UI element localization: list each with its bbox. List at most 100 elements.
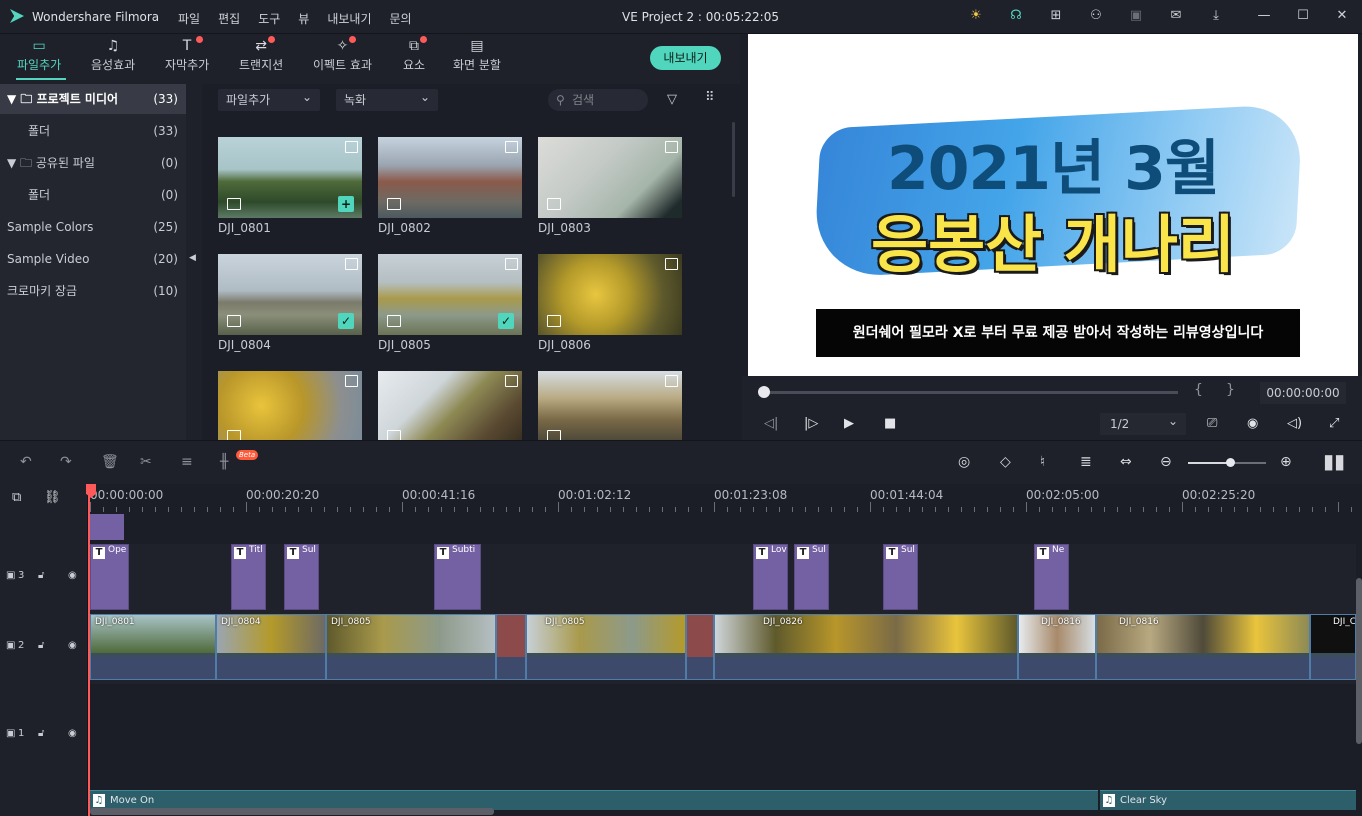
video-clip[interactable]: DJI_C xyxy=(1310,614,1356,680)
render-preview-icon[interactable]: ⎚ xyxy=(1207,416,1217,431)
minimize-icon[interactable]: — xyxy=(1255,8,1273,23)
grid-view-icon[interactable]: ⠿ xyxy=(705,90,715,105)
video-clip[interactable]: DJI_0805 xyxy=(326,614,496,680)
play-frame-icon[interactable]: |▷ xyxy=(804,416,818,431)
menu-view[interactable]: 뷰 xyxy=(298,10,309,27)
mark-out-button[interactable]: } xyxy=(1226,382,1235,398)
menu-tools[interactable]: 도구 xyxy=(258,10,280,27)
save-icon[interactable]: ▣ xyxy=(1127,8,1145,23)
play-icon[interactable]: ▶ xyxy=(844,416,854,431)
tab-splitscreen[interactable]: ▤ 화면 분할 xyxy=(453,36,501,73)
media-thumbnail[interactable] xyxy=(378,137,522,218)
title-clip[interactable]: T Sul xyxy=(794,544,829,610)
maximize-icon[interactable]: ☐ xyxy=(1294,8,1312,23)
video-clip[interactable]: DJI_0816 xyxy=(1096,614,1310,680)
redo-icon[interactable]: ↷ xyxy=(60,454,72,470)
prev-frame-icon[interactable]: ◁| xyxy=(764,416,778,431)
pause-icon[interactable]: ▮▮ xyxy=(1323,449,1345,473)
tab-elements[interactable]: ⧉ 요소 xyxy=(403,36,428,73)
title-clip[interactable]: T Ope xyxy=(90,544,129,610)
video-clip[interactable]: DJI_0816 xyxy=(1018,614,1096,680)
search-input[interactable]: ⚲ 검색 xyxy=(548,89,648,111)
audio-clip[interactable]: Clear Sky xyxy=(1100,790,1356,810)
menu-edit[interactable]: 편집 xyxy=(218,10,240,27)
marker-icon[interactable]: ◇ xyxy=(1000,454,1011,470)
fullscreen-icon[interactable]: ⤢ xyxy=(1329,416,1339,431)
sidebar-item-chroma-key[interactable]: 크로마키 장금 (10) xyxy=(0,276,186,306)
menu-help[interactable]: 문의 xyxy=(390,10,412,27)
volume-icon[interactable]: ◁) xyxy=(1287,416,1302,431)
tab-audio[interactable]: ♫ 음성효과 xyxy=(91,36,135,73)
render-icon[interactable]: ◎ xyxy=(958,454,970,470)
sidebar-collapse-handle[interactable]: ◀ xyxy=(186,84,202,440)
mark-in-button[interactable]: { xyxy=(1194,382,1203,398)
export-button[interactable]: 내보내기 xyxy=(650,46,721,70)
undo-icon[interactable]: ↶ xyxy=(20,454,32,470)
account-icon[interactable]: ⚇ xyxy=(1087,8,1105,23)
tab-titles[interactable]: T 자막추가 xyxy=(165,36,209,73)
menu-file[interactable]: 파일 xyxy=(178,10,200,27)
record-dropdown[interactable]: 녹화 xyxy=(336,86,438,111)
video-clip[interactable]: DJI_0801 xyxy=(90,614,216,680)
headset-icon[interactable]: ☊ xyxy=(1007,8,1025,23)
eye-icon[interactable]: ◉ xyxy=(68,570,77,581)
filter-icon[interactable]: ▽ xyxy=(667,92,677,107)
audio-mixer-icon[interactable]: ≣ xyxy=(1080,454,1092,470)
delete-icon[interactable]: 🗑 xyxy=(101,454,119,470)
sidebar-item-shared-folder[interactable]: 폴더 (0) xyxy=(0,180,186,210)
media-thumbnail[interactable] xyxy=(378,371,522,440)
adjust-icon[interactable]: ≡ xyxy=(181,454,193,470)
sidebar-item-project-media[interactable]: ▼ 🗀 프로젝트 미디어 (33) xyxy=(0,84,186,114)
media-thumbnail[interactable] xyxy=(538,371,682,440)
tab-effects[interactable]: ✧ 이펙트 효과 xyxy=(313,36,372,73)
playback-quality-dropdown[interactable]: 1/2 xyxy=(1100,410,1186,435)
bulb-icon[interactable]: ☀ xyxy=(967,8,985,23)
microphone-icon[interactable]: ♮ xyxy=(1040,454,1045,470)
download-icon[interactable]: ⤓ xyxy=(1207,8,1225,23)
title-clip[interactable]: T Subti xyxy=(434,544,481,610)
playhead[interactable] xyxy=(88,484,90,816)
video-clip[interactable] xyxy=(686,614,714,680)
title-clip[interactable]: T Sul xyxy=(284,544,319,610)
media-thumbnail[interactable] xyxy=(538,254,682,335)
media-thumbnail[interactable]: + xyxy=(218,137,362,218)
title-clip[interactable]: T Ne xyxy=(1034,544,1069,610)
zoom-out-icon[interactable]: ⊖ xyxy=(1160,454,1172,470)
marker-clip[interactable] xyxy=(90,514,124,540)
tab-transitions[interactable]: ⇄ 트랜지션 xyxy=(239,36,283,73)
link-icon[interactable]: ⛓ xyxy=(44,490,61,505)
tab-import[interactable]: ▭ 파일추가 xyxy=(17,36,61,73)
title-clip[interactable]: T Lov xyxy=(753,544,788,610)
eye-icon[interactable]: ◉ xyxy=(68,728,77,739)
timeline-vertical-scrollbar[interactable] xyxy=(1356,578,1362,744)
sidebar-item-shared-files[interactable]: ▼ 🗀 공유된 파일 (0) xyxy=(0,148,186,178)
fit-timeline-icon[interactable]: ⇔ xyxy=(1120,454,1132,470)
snapshot-icon[interactable]: ◉ xyxy=(1247,416,1258,431)
video-clip[interactable] xyxy=(496,614,526,680)
title-clip[interactable]: T Sul xyxy=(883,544,918,610)
timeline-ruler[interactable]: 00:00:00:00 00:00:20:20 00:00:41:16 00:0… xyxy=(0,484,1362,514)
preview-seekbar[interactable] xyxy=(764,391,1178,394)
sidebar-item-sample-colors[interactable]: Sample Colors (25) xyxy=(0,212,186,242)
video-clip[interactable]: DJI_0826 xyxy=(714,614,1018,680)
close-icon[interactable]: ✕ xyxy=(1333,8,1351,23)
sidebar-item-sample-video[interactable]: Sample Video (20) xyxy=(0,244,186,274)
menu-export[interactable]: 내보내기 xyxy=(327,10,371,27)
lock-icon[interactable]: 🔓︎ xyxy=(38,728,44,739)
title-clip[interactable]: T Titl xyxy=(231,544,266,610)
audio-clip[interactable]: Move On xyxy=(90,790,1098,810)
media-thumbnail[interactable] xyxy=(538,137,682,218)
mail-icon[interactable]: ✉ xyxy=(1167,8,1185,23)
timeline-horizontal-scrollbar[interactable] xyxy=(90,808,494,815)
gift-icon[interactable]: ⊞ xyxy=(1047,8,1065,23)
media-scrollbar[interactable] xyxy=(732,122,735,197)
seek-handle[interactable] xyxy=(758,386,770,398)
media-thumbnail[interactable]: ✓ xyxy=(378,254,522,335)
import-dropdown[interactable]: 파일추가 xyxy=(218,86,320,111)
audio-stretch-icon[interactable]: ╫ xyxy=(220,454,228,470)
zoom-in-icon[interactable]: ⊕ xyxy=(1280,454,1292,470)
sidebar-item-folder[interactable]: 폴더 (33) xyxy=(0,116,186,146)
lock-icon[interactable]: 🔓︎ xyxy=(38,570,44,581)
media-thumbnail[interactable] xyxy=(218,371,362,440)
eye-icon[interactable]: ◉ xyxy=(68,640,77,651)
